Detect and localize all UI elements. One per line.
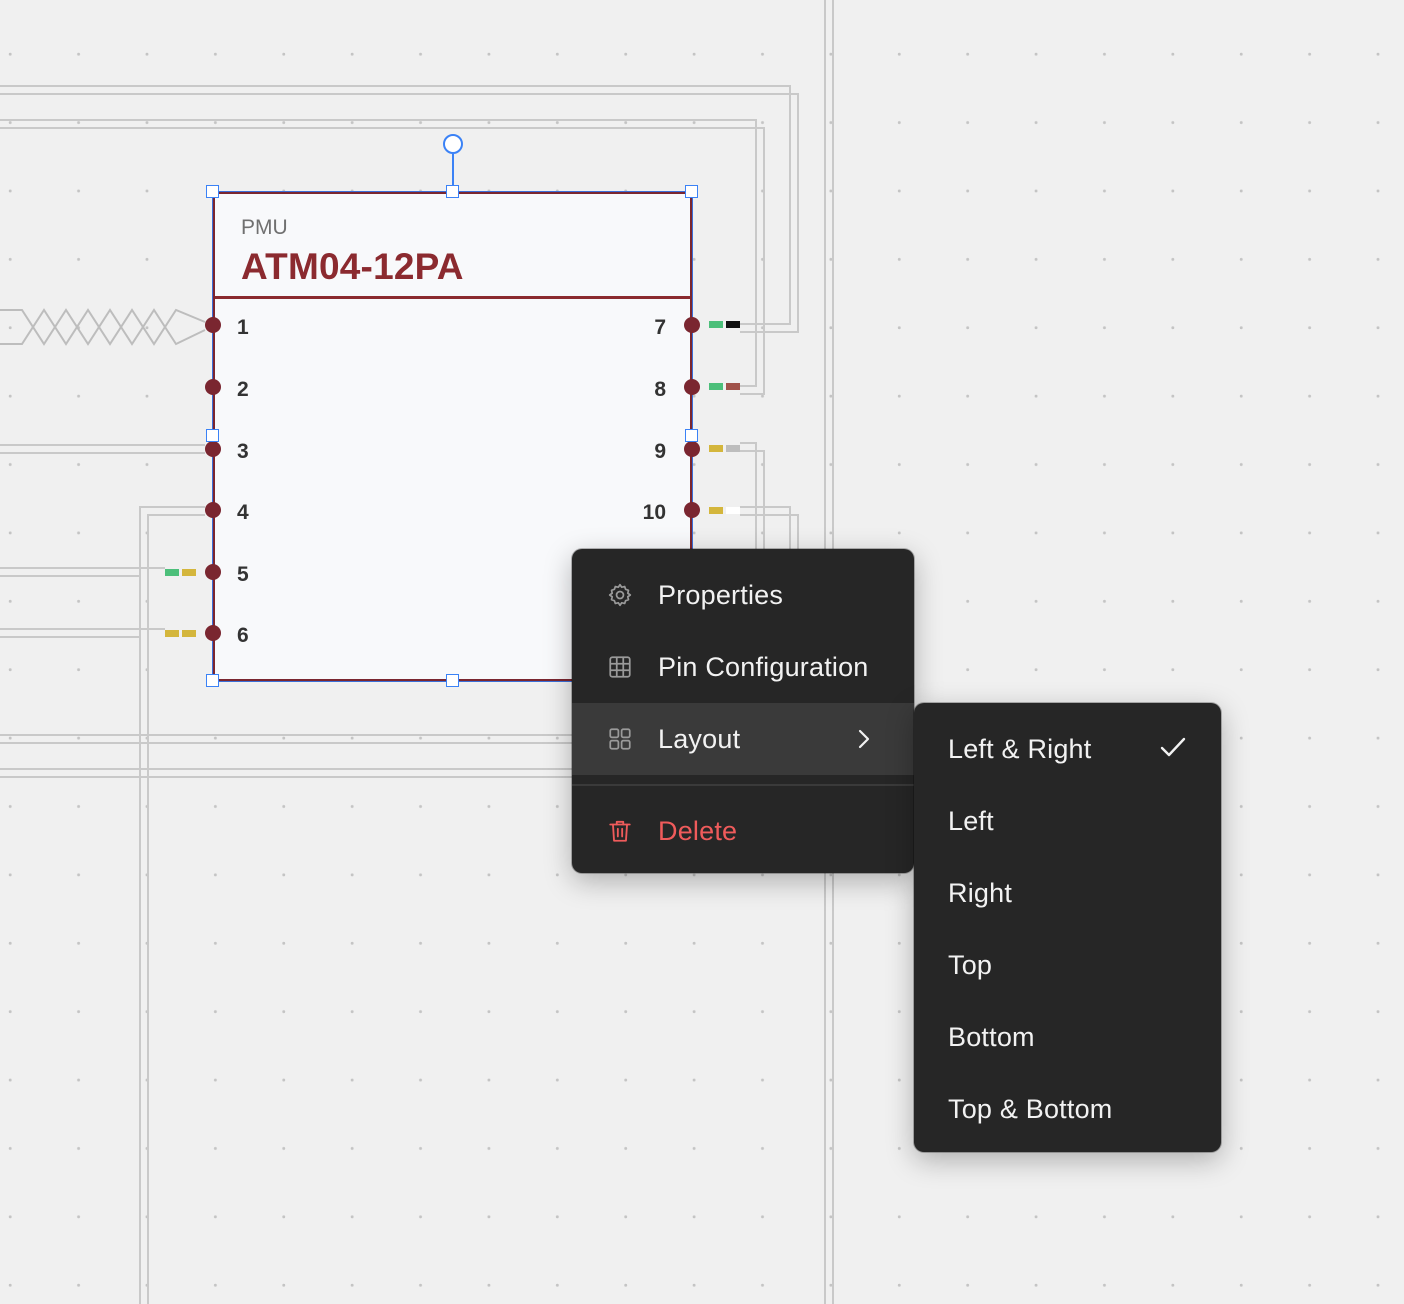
resize-handle-w[interactable]	[206, 429, 219, 442]
component-category: PMU	[241, 216, 288, 239]
submenu-item-label: Bottom	[948, 1021, 1035, 1052]
resize-handle-sw[interactable]	[206, 674, 219, 687]
rotate-stem	[452, 154, 454, 186]
wire-color-black	[726, 321, 740, 328]
chevron-right-icon	[854, 727, 874, 758]
submenu-item-label: Top & Bottom	[948, 1093, 1113, 1124]
twisted-pair	[0, 308, 206, 346]
submenu-item-label: Top	[948, 949, 993, 980]
wire-color-green	[165, 569, 179, 576]
submenu-item-left[interactable]: Left	[914, 785, 1221, 857]
wire	[740, 450, 765, 549]
wire-color-yellow	[709, 507, 723, 514]
resize-handle-nw[interactable]	[206, 185, 219, 198]
wire-color-green	[709, 321, 723, 328]
gear-icon	[606, 581, 634, 609]
submenu-item-label: Left & Right	[948, 733, 1092, 764]
pin-connector[interactable]	[684, 502, 700, 518]
checkmark-icon	[1159, 735, 1187, 768]
menu-item-properties[interactable]: Properties	[572, 559, 914, 631]
submenu-item-right[interactable]: Right	[914, 857, 1221, 929]
pin-label: 6	[237, 624, 249, 647]
wire-color-white	[726, 507, 740, 514]
wire	[740, 442, 757, 549]
layout-icon	[606, 725, 634, 753]
submenu-item-bottom[interactable]: Bottom	[914, 1001, 1221, 1073]
wire-color-yellow	[709, 445, 723, 452]
pin-label: 8	[654, 378, 666, 401]
wire-color-gray	[726, 445, 740, 452]
resize-handle-n[interactable]	[446, 185, 459, 198]
resize-handle-ne[interactable]	[685, 185, 698, 198]
pin-connector[interactable]	[205, 625, 221, 641]
menu-item-label: Properties	[658, 579, 784, 610]
pin-connector[interactable]	[205, 441, 221, 457]
menu-item-layout[interactable]: Layout	[572, 703, 914, 775]
menu-item-label: Pin Configuration	[658, 651, 869, 682]
grid-icon	[606, 653, 634, 681]
pin-connector[interactable]	[684, 441, 700, 457]
component-header: PMU ATM04-12PA	[215, 194, 690, 299]
submenu-item-label: Right	[948, 877, 1013, 908]
wire-color-brown	[726, 383, 740, 390]
trash-icon	[606, 817, 634, 845]
submenu-item-label: Left	[948, 805, 994, 836]
pin-label: 10	[642, 501, 666, 524]
menu-item-label: Layout	[658, 723, 741, 754]
menu-separator	[572, 784, 914, 786]
submenu-item-top[interactable]: Top	[914, 929, 1221, 1001]
pin-label: 2	[237, 378, 249, 401]
pin-label: 1	[237, 316, 249, 339]
layout-submenu: Left & Right Left Right Top Bottom Top &…	[914, 703, 1221, 1152]
wire-color-yellow	[182, 569, 196, 576]
submenu-item-top-bottom[interactable]: Top & Bottom	[914, 1073, 1221, 1145]
wire	[139, 506, 205, 1304]
pin-connector[interactable]	[205, 317, 221, 333]
pin-connector[interactable]	[205, 502, 221, 518]
wire-color-yellow	[182, 630, 196, 637]
pin-label: 5	[237, 563, 249, 586]
pin-label: 9	[654, 440, 666, 463]
resize-handle-e[interactable]	[685, 429, 698, 442]
menu-item-pin-configuration[interactable]: Pin Configuration	[572, 631, 914, 703]
wire-color-yellow	[165, 630, 179, 637]
pin-label: 3	[237, 440, 249, 463]
resize-handle-s[interactable]	[446, 674, 459, 687]
component-part-number: ATM04-12PA	[241, 246, 464, 287]
pin-connector[interactable]	[205, 379, 221, 395]
pin-connector[interactable]	[205, 564, 221, 580]
context-menu: Properties Pin Configuration Layout Dele…	[572, 549, 914, 873]
menu-item-label: Delete	[658, 815, 738, 846]
submenu-item-left-right[interactable]: Left & Right	[914, 713, 1221, 785]
schematic-canvas[interactable]: PMU ATM04-12PA 1 2 3 4 5 6 7 8 9 10 Prop…	[0, 0, 1404, 1304]
pin-label: 7	[654, 316, 666, 339]
wire-color-green	[709, 383, 723, 390]
rotate-handle[interactable]	[443, 134, 463, 154]
menu-item-delete[interactable]: Delete	[572, 795, 914, 867]
pin-connector[interactable]	[684, 379, 700, 395]
pin-connector[interactable]	[684, 317, 700, 333]
pin-label: 4	[237, 501, 249, 524]
